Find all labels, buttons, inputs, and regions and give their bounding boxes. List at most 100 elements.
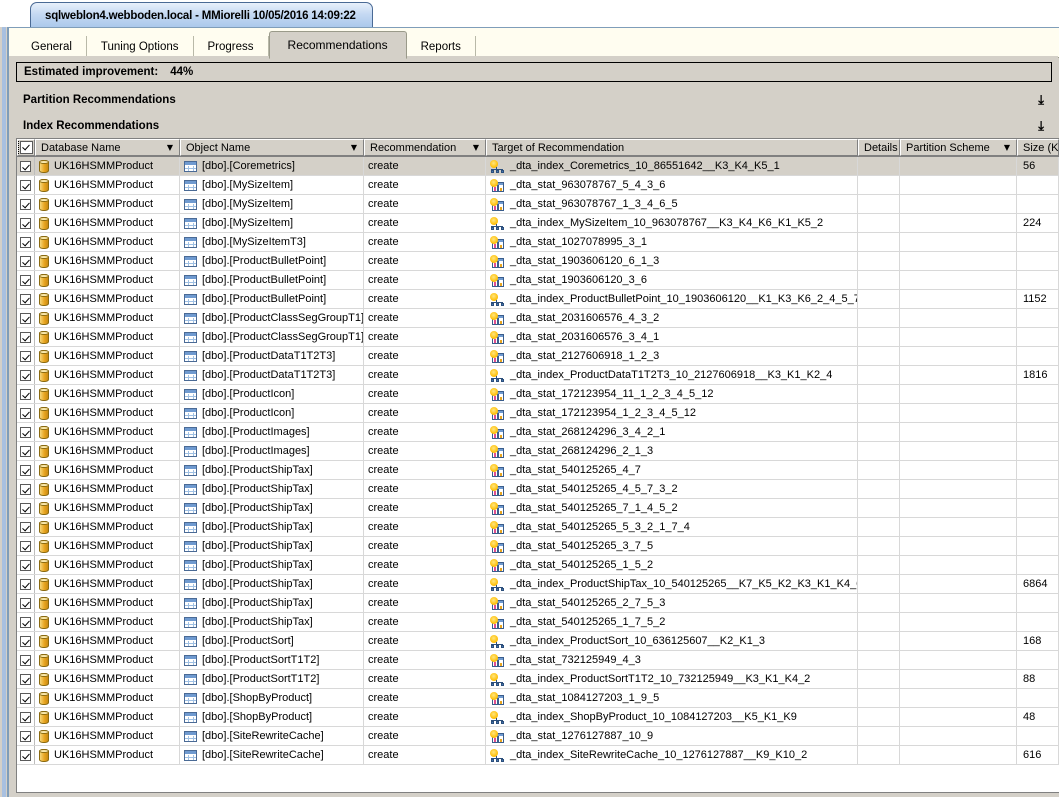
column-header-database[interactable]: Database Name ▼ bbox=[35, 139, 180, 156]
row-checkbox[interactable] bbox=[20, 198, 31, 210]
tab-general[interactable]: General bbox=[17, 36, 87, 58]
row-checkbox[interactable] bbox=[20, 274, 31, 286]
table-row[interactable]: UK16HSMMProduct [dbo].[ProductBulletPoint… bbox=[17, 252, 1059, 271]
table-row[interactable]: UK16HSMMProduct [dbo].[ProductShipTax] cre… bbox=[17, 499, 1059, 518]
partition-recommendations-header[interactable]: Partition Recommendations ⤓ bbox=[16, 88, 1052, 112]
table-row[interactable]: UK16HSMMProduct [dbo].[ProductShipTax] cre… bbox=[17, 575, 1059, 594]
row-select-cell[interactable] bbox=[17, 328, 35, 346]
column-header-scheme[interactable]: Partition Scheme ▼ bbox=[900, 139, 1017, 156]
row-checkbox[interactable] bbox=[20, 369, 31, 381]
row-select-cell[interactable] bbox=[17, 594, 35, 612]
row-checkbox[interactable] bbox=[20, 711, 31, 723]
chevron-down-icon[interactable]: ▼ bbox=[167, 143, 173, 152]
tab-tuning-options[interactable]: Tuning Options bbox=[86, 36, 194, 58]
row-checkbox[interactable] bbox=[20, 654, 31, 666]
row-select-cell[interactable] bbox=[17, 727, 35, 745]
table-row[interactable]: UK16HSMMProduct [dbo].[ProductBulletPoint… bbox=[17, 290, 1059, 309]
table-row[interactable]: UK16HSMMProduct [dbo].[ProductShipTax] cre… bbox=[17, 461, 1059, 480]
chevron-down-icon[interactable]: ▼ bbox=[473, 143, 479, 152]
row-select-cell[interactable] bbox=[17, 176, 35, 194]
table-row[interactable]: UK16HSMMProduct [dbo].[SiteRewriteCache] c… bbox=[17, 727, 1059, 746]
row-select-cell[interactable] bbox=[17, 499, 35, 517]
table-row[interactable]: UK16HSMMProduct [dbo].[ProductDataT1T2T3]… bbox=[17, 366, 1059, 385]
row-select-cell[interactable] bbox=[17, 404, 35, 422]
row-checkbox[interactable] bbox=[20, 160, 31, 172]
row-checkbox[interactable] bbox=[20, 540, 31, 552]
row-select-cell[interactable] bbox=[17, 366, 35, 384]
table-row[interactable]: UK16HSMMProduct [dbo].[ProductDataT1T2T3]… bbox=[17, 347, 1059, 366]
row-select-cell[interactable] bbox=[17, 347, 35, 365]
table-row[interactable]: UK16HSMMProduct [dbo].[ProductSortT1T2] cr… bbox=[17, 651, 1059, 670]
table-row[interactable]: UK16HSMMProduct [dbo].[ShopByProduct] crea… bbox=[17, 708, 1059, 727]
row-select-cell[interactable] bbox=[17, 271, 35, 289]
row-checkbox[interactable] bbox=[20, 236, 31, 248]
row-checkbox[interactable] bbox=[20, 407, 31, 419]
table-row[interactable]: UK16HSMMProduct [dbo].[ShopByProduct] crea… bbox=[17, 689, 1059, 708]
row-select-cell[interactable] bbox=[17, 651, 35, 669]
row-select-cell[interactable] bbox=[17, 537, 35, 555]
row-checkbox[interactable] bbox=[20, 559, 31, 571]
table-row[interactable]: UK16HSMMProduct [dbo].[Coremetrics] create… bbox=[17, 157, 1059, 176]
row-select-cell[interactable] bbox=[17, 613, 35, 631]
row-select-cell[interactable] bbox=[17, 423, 35, 441]
row-select-cell[interactable] bbox=[17, 632, 35, 650]
table-row[interactable]: UK16HSMMProduct [dbo].[MySizeItem] create _… bbox=[17, 214, 1059, 233]
row-checkbox[interactable] bbox=[20, 217, 31, 229]
table-row[interactable]: UK16HSMMProduct [dbo].[ProductBulletPoint… bbox=[17, 271, 1059, 290]
chevron-down-icon[interactable]: ▼ bbox=[1004, 143, 1010, 152]
row-checkbox[interactable] bbox=[20, 730, 31, 742]
table-row[interactable]: UK16HSMMProduct [dbo].[ProductShipTax] cre… bbox=[17, 537, 1059, 556]
row-select-cell[interactable] bbox=[17, 157, 35, 175]
row-select-cell[interactable] bbox=[17, 195, 35, 213]
row-checkbox[interactable] bbox=[20, 331, 31, 343]
table-row[interactable]: UK16HSMMProduct [dbo].[ProductIcon] create… bbox=[17, 404, 1059, 423]
row-checkbox[interactable] bbox=[20, 293, 31, 305]
row-select-cell[interactable] bbox=[17, 442, 35, 460]
table-row[interactable]: UK16HSMMProduct [dbo].[ProductImages] crea… bbox=[17, 423, 1059, 442]
row-checkbox[interactable] bbox=[20, 616, 31, 628]
select-all-checkbox[interactable] bbox=[18, 140, 34, 155]
column-header-recommendation[interactable]: Recommendation ▼ bbox=[364, 139, 486, 156]
row-select-cell[interactable] bbox=[17, 309, 35, 327]
table-row[interactable]: UK16HSMMProduct [dbo].[ProductShipTax] cre… bbox=[17, 594, 1059, 613]
row-checkbox[interactable] bbox=[20, 597, 31, 609]
row-checkbox[interactable] bbox=[20, 388, 31, 400]
row-checkbox[interactable] bbox=[20, 426, 31, 438]
index-recommendations-header[interactable]: Index Recommendations ⤓ bbox=[16, 114, 1052, 138]
row-select-cell[interactable] bbox=[17, 233, 35, 251]
row-select-cell[interactable] bbox=[17, 385, 35, 403]
table-row[interactable]: UK16HSMMProduct [dbo].[ProductIcon] create… bbox=[17, 385, 1059, 404]
table-row[interactable]: UK16HSMMProduct [dbo].[ProductShipTax] cre… bbox=[17, 480, 1059, 499]
chevron-double-down-icon[interactable]: ⤓ bbox=[1038, 94, 1044, 107]
table-row[interactable]: UK16HSMMProduct [dbo].[MySizeItemT3] creat… bbox=[17, 233, 1059, 252]
row-select-cell[interactable] bbox=[17, 689, 35, 707]
column-header-checkbox[interactable] bbox=[17, 139, 35, 156]
row-checkbox[interactable] bbox=[20, 635, 31, 647]
chevron-down-icon[interactable]: ▼ bbox=[351, 143, 357, 152]
row-checkbox[interactable] bbox=[20, 312, 31, 324]
row-select-cell[interactable] bbox=[17, 556, 35, 574]
table-row[interactable]: UK16HSMMProduct [dbo].[ProductImages] crea… bbox=[17, 442, 1059, 461]
row-select-cell[interactable] bbox=[17, 746, 35, 764]
row-select-cell[interactable] bbox=[17, 708, 35, 726]
table-row[interactable]: UK16HSMMProduct [dbo].[ProductShipTax] cre… bbox=[17, 556, 1059, 575]
column-header-object[interactable]: Object Name ▼ bbox=[180, 139, 364, 156]
table-row[interactable]: UK16HSMMProduct [dbo].[ProductShipTax] cre… bbox=[17, 518, 1059, 537]
row-checkbox[interactable] bbox=[20, 464, 31, 476]
row-checkbox[interactable] bbox=[20, 502, 31, 514]
table-row[interactable]: UK16HSMMProduct [dbo].[ProductShipTax] cre… bbox=[17, 613, 1059, 632]
table-row[interactable]: UK16HSMMProduct [dbo].[ProductSort] create… bbox=[17, 632, 1059, 651]
row-checkbox[interactable] bbox=[20, 749, 31, 761]
row-checkbox[interactable] bbox=[20, 692, 31, 704]
chevron-double-down-icon[interactable]: ⤓ bbox=[1038, 120, 1044, 133]
row-checkbox[interactable] bbox=[20, 483, 31, 495]
row-select-cell[interactable] bbox=[17, 575, 35, 593]
tab-recommendations[interactable]: Recommendations bbox=[268, 31, 407, 59]
row-checkbox[interactable] bbox=[20, 673, 31, 685]
row-select-cell[interactable] bbox=[17, 461, 35, 479]
column-header-target[interactable]: Target of Recommendation bbox=[486, 139, 858, 156]
row-checkbox[interactable] bbox=[20, 521, 31, 533]
table-row[interactable]: UK16HSMMProduct [dbo].[ProductSortT1T2] cr… bbox=[17, 670, 1059, 689]
row-checkbox[interactable] bbox=[20, 179, 31, 191]
row-checkbox[interactable] bbox=[20, 578, 31, 590]
